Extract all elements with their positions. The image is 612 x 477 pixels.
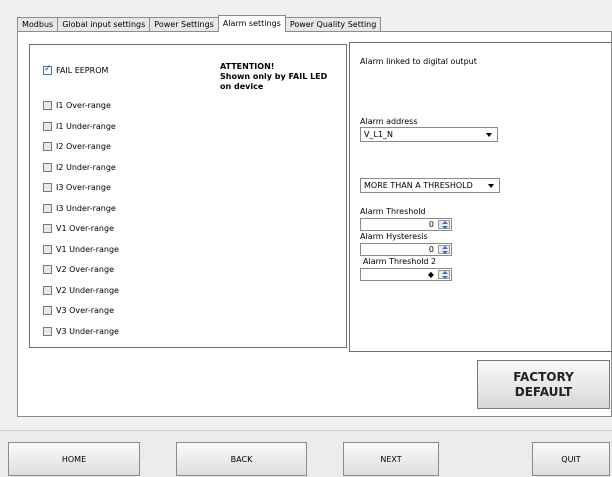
back-button[interactable]: BACK bbox=[176, 442, 307, 476]
digital-output-title: Alarm linked to digital output bbox=[360, 57, 477, 66]
fail-eeprom-checkbox[interactable] bbox=[43, 64, 52, 75]
home-button[interactable]: HOME bbox=[8, 442, 140, 476]
alarm-checkbox-group: FAIL EEPROM ATTENTION! Shown only by FAI… bbox=[29, 44, 347, 348]
alarm-item-label: V3 Over-range bbox=[56, 305, 114, 315]
alarm-address-label: Alarm address bbox=[360, 117, 418, 126]
alarm-threshold-value: 0 bbox=[428, 220, 434, 229]
next-button[interactable]: NEXT bbox=[343, 442, 439, 476]
alarm-threshold-spinbox[interactable]: 0 bbox=[360, 218, 452, 231]
chevron-down-icon bbox=[488, 184, 494, 188]
attention-note: ATTENTION! Shown only by FAIL LED on dev… bbox=[220, 62, 327, 92]
alarm-checkbox[interactable] bbox=[43, 264, 52, 274]
quit-button-label: QUIT bbox=[561, 454, 581, 464]
alarm-hysteresis-spinbox[interactable]: 0 bbox=[360, 243, 452, 256]
quit-button[interactable]: QUIT bbox=[532, 442, 610, 476]
tab-power-quality-setting[interactable]: Power Quality Setting bbox=[284, 17, 382, 32]
alarm-mode-select[interactable]: MORE THAN A THRESHOLD bbox=[360, 178, 500, 193]
alarm-hysteresis-value: 0 bbox=[428, 245, 434, 254]
alarm-checkbox[interactable] bbox=[43, 121, 52, 131]
alarm-item-i2-under-range[interactable]: I2 Under-range bbox=[43, 161, 116, 173]
alarm-item-label: V1 Over-range bbox=[56, 223, 114, 233]
alarm-checkbox[interactable] bbox=[43, 244, 52, 254]
alarm-item-label: V1 Under-range bbox=[56, 244, 119, 254]
alarm-threshold-label: Alarm Threshold bbox=[360, 207, 426, 216]
stepper-arrows-icon[interactable] bbox=[438, 220, 450, 229]
alarm-item-i1-over-range[interactable]: I1 Over-range bbox=[43, 99, 111, 111]
alarm-checkbox[interactable] bbox=[43, 100, 52, 110]
alarm-threshold-2-label: Alarm Threshold 2 bbox=[363, 257, 437, 266]
tab-power-settings[interactable]: Power Settings bbox=[149, 17, 219, 32]
tab-global-input-settings[interactable]: Global input settings bbox=[57, 17, 151, 32]
alarm-item-v3-under-range[interactable]: V3 Under-range bbox=[43, 325, 119, 337]
tab-bar: Modbus Global input settings Power Setti… bbox=[17, 15, 382, 32]
alarm-checkbox[interactable] bbox=[43, 223, 52, 233]
home-button-label: HOME bbox=[61, 454, 87, 464]
fail-eeprom-row[interactable]: FAIL EEPROM bbox=[43, 64, 108, 76]
alarm-item-i3-under-range[interactable]: I3 Under-range bbox=[43, 202, 116, 214]
tab-modbus[interactable]: Modbus bbox=[17, 17, 59, 32]
alarm-threshold-2-value: ◆ bbox=[427, 270, 434, 279]
alarm-address-select[interactable]: V_L1_N bbox=[360, 127, 498, 142]
alarm-item-i3-over-range[interactable]: I3 Over-range bbox=[43, 181, 111, 193]
alarm-threshold-2-spinbox[interactable]: ◆ bbox=[360, 268, 452, 281]
alarm-item-v3-over-range[interactable]: V3 Over-range bbox=[43, 304, 114, 316]
factory-default-line2: DEFAULT bbox=[514, 384, 573, 399]
alarm-item-label: I1 Under-range bbox=[56, 121, 116, 131]
alarm-checkbox[interactable] bbox=[43, 162, 52, 172]
alarm-checkbox[interactable] bbox=[43, 326, 52, 336]
factory-default-line1: FACTORY bbox=[513, 369, 574, 384]
alarm-checkbox[interactable] bbox=[43, 182, 52, 192]
alarm-item-label: V2 Under-range bbox=[56, 285, 119, 295]
alarm-item-label: I1 Over-range bbox=[56, 100, 111, 110]
chevron-down-icon bbox=[486, 133, 492, 137]
stepper-arrows-icon[interactable] bbox=[438, 245, 450, 254]
alarm-settings-panel: FAIL EEPROM ATTENTION! Shown only by FAI… bbox=[17, 31, 612, 417]
alarm-item-label: I2 Under-range bbox=[56, 162, 116, 172]
alarm-item-label: I3 Under-range bbox=[56, 203, 116, 213]
digital-output-alarm-group: Alarm linked to digital output Alarm add… bbox=[349, 42, 612, 352]
alarm-item-label: V3 Under-range bbox=[56, 326, 119, 336]
attention-title: ATTENTION! bbox=[220, 62, 275, 71]
attention-line3: on device bbox=[220, 82, 264, 91]
tab-alarm-settings[interactable]: Alarm settings bbox=[217, 15, 286, 32]
next-button-label: NEXT bbox=[380, 454, 402, 464]
alarm-address-value: V_L1_N bbox=[364, 130, 394, 139]
alarm-item-i1-under-range[interactable]: I1 Under-range bbox=[43, 120, 116, 132]
alarm-checkbox[interactable] bbox=[43, 141, 52, 151]
alarm-mode-value: MORE THAN A THRESHOLD bbox=[364, 181, 473, 190]
fail-eeprom-label: FAIL EEPROM bbox=[56, 65, 109, 75]
attention-line2: Shown only by FAIL LED bbox=[220, 72, 328, 81]
back-button-label: BACK bbox=[230, 454, 253, 464]
alarm-item-v2-under-range[interactable]: V2 Under-range bbox=[43, 284, 119, 296]
alarm-checkbox[interactable] bbox=[43, 285, 52, 295]
alarm-item-label: V2 Over-range bbox=[56, 264, 114, 274]
alarm-item-label: I3 Over-range bbox=[56, 182, 111, 192]
alarm-checkbox[interactable] bbox=[43, 305, 52, 315]
alarm-item-i2-over-range[interactable]: I2 Over-range bbox=[43, 140, 111, 152]
factory-default-button[interactable]: FACTORY DEFAULT bbox=[477, 360, 610, 409]
alarm-item-v1-over-range[interactable]: V1 Over-range bbox=[43, 222, 114, 234]
alarm-item-v2-over-range[interactable]: V2 Over-range bbox=[43, 263, 114, 275]
stepper-arrows-icon[interactable] bbox=[438, 270, 450, 279]
bottom-navigation-bar: HOME BACK NEXT QUIT bbox=[0, 430, 612, 477]
alarm-item-label: I2 Over-range bbox=[56, 141, 111, 151]
alarm-hysteresis-label: Alarm Hysteresis bbox=[360, 232, 428, 241]
alarm-item-v1-under-range[interactable]: V1 Under-range bbox=[43, 243, 119, 255]
alarm-checkbox[interactable] bbox=[43, 203, 52, 213]
